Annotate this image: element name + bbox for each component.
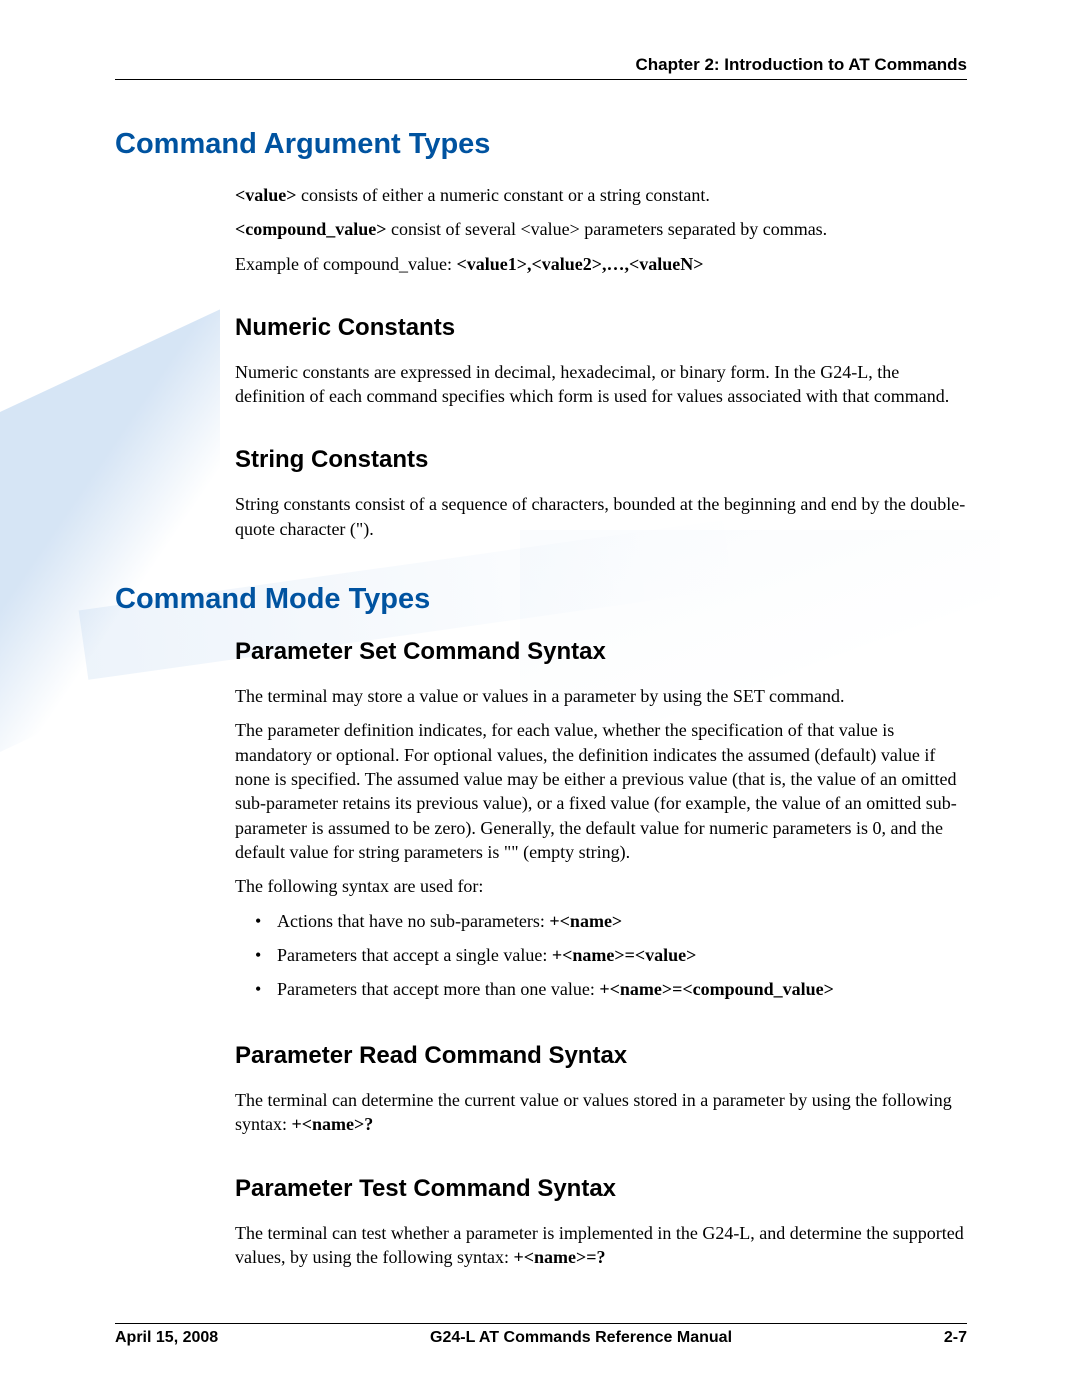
text: Parameters that accept more than one val…	[277, 979, 599, 999]
list-item: Actions that have no sub-parameters: +<n…	[255, 908, 967, 936]
content: Command Argument Types <value> consists …	[115, 128, 967, 1269]
heading-parameter-test: Parameter Test Command Syntax	[235, 1175, 967, 1203]
bold-text: +<name>=?	[513, 1247, 605, 1267]
list-item: Parameters that accept more than one val…	[255, 976, 967, 1004]
bold-text: +<name>	[549, 911, 622, 931]
paragraph: String constants consist of a sequence o…	[235, 492, 967, 541]
paragraph: <compound_value> consist of several <val…	[235, 217, 967, 241]
footer-page-number: 2-7	[944, 1329, 967, 1347]
paragraph: Numeric constants are expressed in decim…	[235, 360, 967, 409]
heading-command-argument-types: Command Argument Types	[115, 128, 967, 161]
text: consist of several <value> parameters se…	[387, 219, 828, 239]
page-header: Chapter 2: Introduction to AT Commands	[115, 55, 967, 80]
bold-text: +<name>?	[292, 1114, 374, 1134]
paragraph: <value> consists of either a numeric con…	[235, 183, 967, 207]
footer-title: G24-L AT Commands Reference Manual	[218, 1329, 944, 1347]
bold-text: +<name>=<compound_value>	[599, 979, 834, 999]
text: Example of compound_value:	[235, 254, 456, 274]
heading-parameter-set: Parameter Set Command Syntax	[235, 638, 967, 666]
chapter-label: Chapter 2: Introduction to AT Commands	[636, 55, 968, 74]
text: consists of either a numeric constant or…	[297, 185, 710, 205]
heading-command-mode-types: Command Mode Types	[115, 583, 967, 616]
paragraph: The following syntax are used for:	[235, 874, 967, 898]
footer-date: April 15, 2008	[115, 1329, 218, 1347]
bullet-list: Actions that have no sub-parameters: +<n…	[255, 908, 967, 1004]
section-body: <value> consists of either a numeric con…	[235, 183, 967, 541]
bold-text: +<name>=<value>	[552, 945, 697, 965]
bold-text: <value>	[235, 185, 297, 205]
list-item: Parameters that accept a single value: +…	[255, 942, 967, 970]
paragraph: The terminal can determine the current v…	[235, 1088, 967, 1137]
heading-parameter-read: Parameter Read Command Syntax	[235, 1042, 967, 1070]
page-footer: April 15, 2008 G24-L AT Commands Referen…	[115, 1323, 967, 1347]
bold-text: <value1>,<value2>,…,<valueN>	[456, 254, 703, 274]
bold-text: <compound_value>	[235, 219, 387, 239]
heading-numeric-constants: Numeric Constants	[235, 314, 967, 342]
paragraph: The terminal can test whether a paramete…	[235, 1221, 967, 1270]
section-body: Parameter Set Command Syntax The termina…	[235, 638, 967, 1269]
paragraph: The parameter definition indicates, for …	[235, 718, 967, 864]
heading-string-constants: String Constants	[235, 446, 967, 474]
text: Actions that have no sub-parameters:	[277, 911, 549, 931]
text: Parameters that accept a single value:	[277, 945, 552, 965]
paragraph: Example of compound_value: <value1>,<val…	[235, 252, 967, 276]
page: Chapter 2: Introduction to AT Commands C…	[0, 0, 1080, 1397]
paragraph: The terminal may store a value or values…	[235, 684, 967, 708]
